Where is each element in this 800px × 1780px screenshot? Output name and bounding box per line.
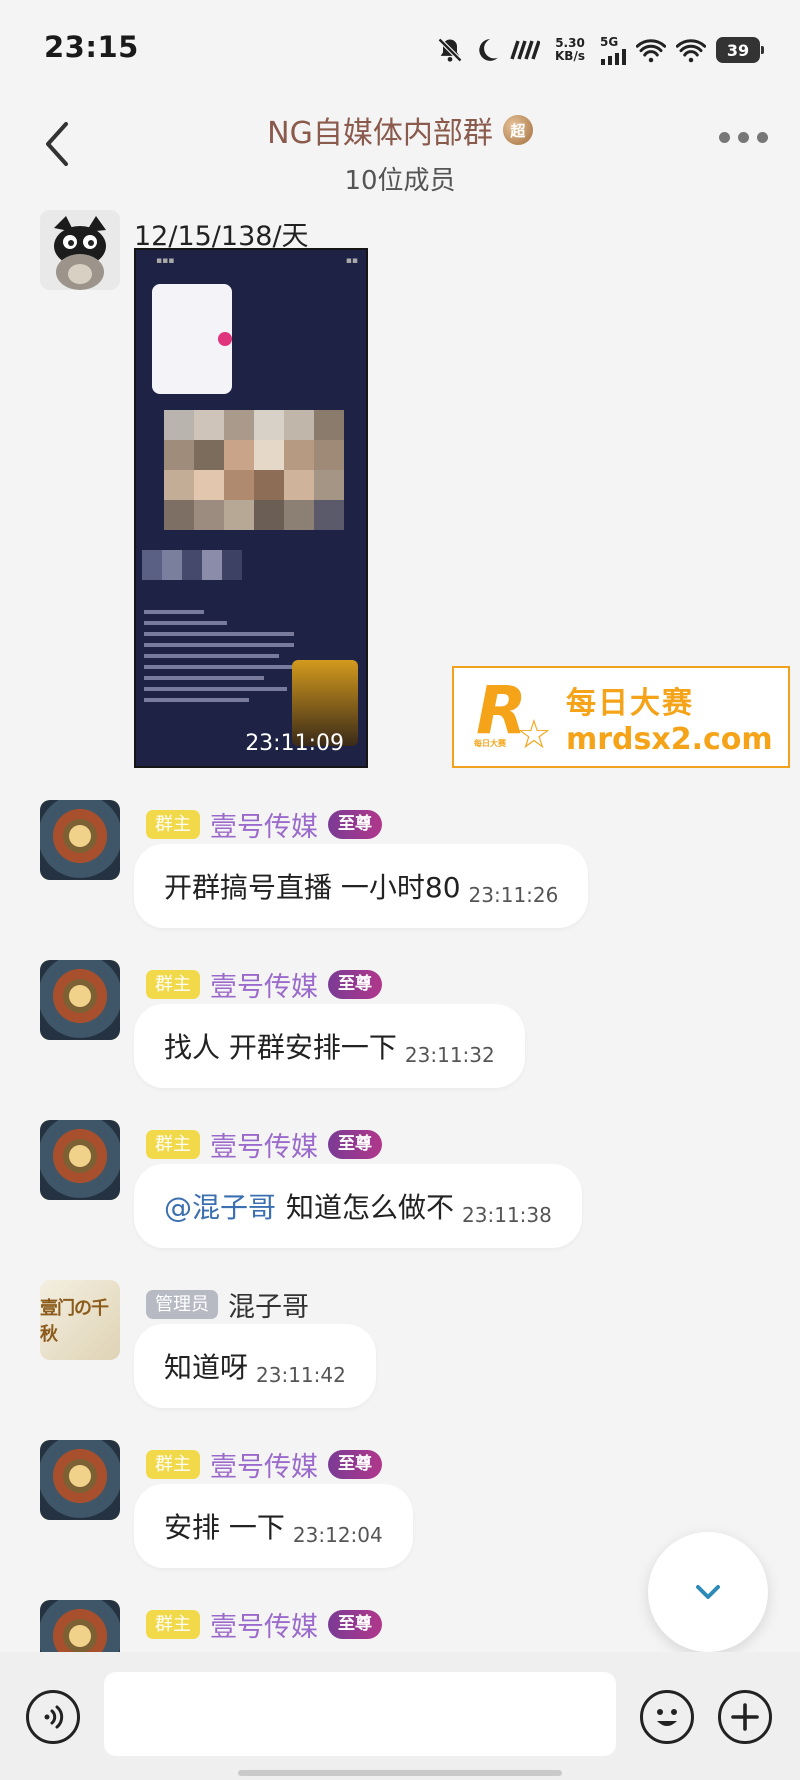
voice-button[interactable]	[26, 1690, 80, 1744]
message-text: 安排 一下	[164, 1511, 285, 1544]
blurred-text-lines	[144, 610, 294, 709]
avatar[interactable]: 壹门の千秋	[40, 1280, 120, 1360]
shared-screenshot-image[interactable]: ▪▪▪ ▪▪ 23:11:09	[134, 248, 368, 768]
vip-tag: 至尊	[328, 969, 382, 999]
net-speed-unit: KB/s	[555, 49, 585, 63]
message-text: 开群搞号直播 一小时80	[164, 871, 461, 904]
watermark-url: mrdsx2.com	[566, 721, 773, 757]
battery-icon: 39	[716, 37, 764, 63]
signal-icon: 5G	[600, 34, 626, 65]
message-text: 找人 开群安排一下	[164, 1031, 397, 1064]
message-time: 23:11:26	[468, 883, 559, 907]
message-text: 知道呀	[164, 1351, 249, 1384]
chat-header: NG自媒体内部群 超 10位成员	[0, 96, 800, 196]
mosaic-blur-small	[142, 550, 242, 580]
sender-row: 群主 壹号传媒 至尊	[146, 1128, 382, 1163]
group-title-text: NG自媒体内部群	[267, 116, 493, 151]
sender-row: 群主 壹号传媒 至尊	[146, 968, 382, 1003]
role-tag-owner: 群主	[146, 1609, 200, 1639]
avatar-text: 壹门の千秋	[40, 1298, 109, 1345]
sender-name[interactable]: 壹号传媒	[210, 965, 318, 1004]
status-bar: 23:15 5.30 KB/s 5G 39	[0, 0, 800, 96]
message-time: 23:11:38	[462, 1203, 552, 1227]
pink-dot	[218, 332, 232, 346]
message-bubble[interactable]: 开群搞号直播 一小时80 23:11:26	[134, 844, 589, 928]
input-bar	[0, 1652, 800, 1780]
image-timestamp: 23:11:09	[245, 731, 344, 756]
sender-name[interactable]: 壹号传媒	[210, 1125, 318, 1164]
home-indicator	[238, 1770, 562, 1776]
scroll-to-bottom-button[interactable]	[648, 1532, 768, 1652]
role-tag-owner: 群主	[146, 809, 200, 839]
wifi-icon	[636, 37, 666, 63]
battery-level: 39	[726, 40, 750, 60]
watermark-logo: R ☆ 每日大赛	[470, 672, 560, 762]
avatar[interactable]	[40, 210, 120, 290]
sender-name[interactable]: 壹号传媒	[210, 805, 318, 844]
sender-name[interactable]: 混子哥	[228, 1285, 309, 1324]
sender-row: 群主 壹号传媒 至尊	[146, 808, 382, 843]
watermark: R ☆ 每日大赛 每日大赛 mrdsx2.com	[452, 666, 790, 768]
role-tag-admin: 管理员	[146, 1289, 218, 1319]
plus-icon	[731, 1703, 759, 1731]
message-list[interactable]: 12/15/138/天 ▪▪▪ ▪▪ 23:11:09 群主 壹号传媒 至尊 开…	[0, 196, 800, 1652]
smiley-icon	[657, 1709, 677, 1726]
dot-icon	[719, 132, 730, 143]
role-tag-owner: 群主	[146, 1449, 200, 1479]
member-count: 10位成员	[344, 166, 456, 196]
message-input[interactable]	[104, 1672, 616, 1756]
network-type: 5G	[600, 34, 619, 49]
moon-icon	[474, 37, 500, 63]
more-options-button[interactable]	[719, 132, 768, 143]
voice-icon	[44, 1705, 64, 1729]
sender-name[interactable]: 壹号传媒	[210, 1445, 318, 1484]
vip-tag: 至尊	[328, 1609, 382, 1639]
sender-row: 群主 壹号传媒 至尊	[146, 1448, 382, 1483]
emoji-button[interactable]	[640, 1690, 694, 1744]
message-bubble[interactable]: 找人 开群安排一下 23:11:32	[134, 1004, 525, 1088]
star-icon: ☆	[516, 712, 552, 758]
mini-status-bar: ▪▪▪ ▪▪	[156, 256, 358, 266]
watermark-logo-small: 每日大赛	[474, 739, 506, 748]
mute-bell-icon	[436, 36, 464, 64]
avatar[interactable]	[40, 800, 120, 880]
sender-row: 管理员 混子哥	[146, 1288, 309, 1323]
message-bubble[interactable]: @混子哥 知道怎么做不 23:11:38	[134, 1164, 582, 1248]
avatar[interactable]	[40, 960, 120, 1040]
message-time: 23:11:42	[256, 1363, 346, 1387]
vip-tag: 至尊	[328, 809, 382, 839]
role-tag-owner: 群主	[146, 1129, 200, 1159]
avatar[interactable]	[40, 1120, 120, 1200]
title-area[interactable]: NG自媒体内部群 超 10位成员	[0, 108, 800, 197]
message-bubble[interactable]: 知道呀 23:11:42	[134, 1324, 376, 1408]
vip-tag: 至尊	[328, 1449, 382, 1479]
dot-icon	[757, 132, 768, 143]
wifi-icon	[676, 37, 706, 63]
sender-row: 群主 壹号传媒 至尊	[146, 1608, 382, 1643]
vip-tag: 至尊	[328, 1129, 382, 1159]
super-group-badge: 超	[502, 115, 533, 145]
message-bubble[interactable]: 安排 一下 23:12:04	[134, 1484, 413, 1568]
carrier-logo-icon	[510, 39, 540, 61]
sender-name[interactable]: 壹号传媒	[210, 1605, 318, 1644]
dot-icon	[738, 132, 749, 143]
group-title: NG自媒体内部群 超	[267, 108, 533, 152]
add-attachment-button[interactable]	[718, 1690, 772, 1744]
avatar[interactable]	[40, 1440, 120, 1520]
status-time: 23:15	[44, 30, 139, 64]
net-speed: 5.30 KB/s	[550, 37, 590, 63]
plush-toy-avatar-icon	[40, 210, 120, 290]
watermark-text: 每日大赛 mrdsx2.com	[566, 678, 773, 757]
mention-link[interactable]: @混子哥	[164, 1186, 276, 1226]
message-time: 23:12:04	[292, 1523, 383, 1547]
mosaic-blur	[164, 410, 344, 530]
message-text: 知道怎么做不	[286, 1191, 455, 1224]
chevron-down-icon	[696, 1585, 720, 1599]
role-tag-owner: 群主	[146, 969, 200, 999]
avatar[interactable]	[40, 1600, 120, 1652]
status-icons: 5.30 KB/s 5G 39	[436, 30, 764, 70]
watermark-brand: 每日大赛	[566, 685, 694, 721]
message-time: 23:11:32	[404, 1043, 495, 1067]
